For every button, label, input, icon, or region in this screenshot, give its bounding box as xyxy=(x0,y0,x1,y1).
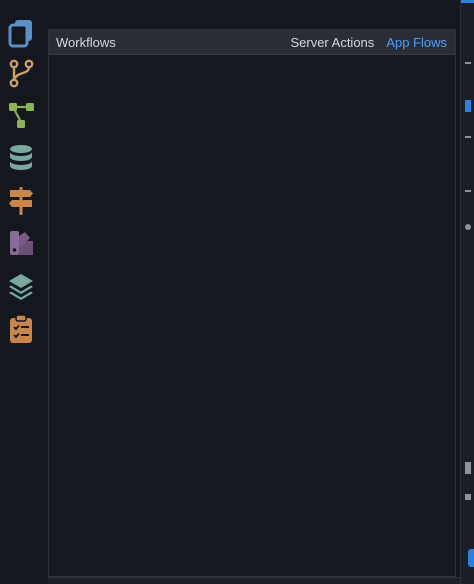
app-window: Workflows Server Actions App Flows xyxy=(0,0,474,584)
right-pane-button[interactable] xyxy=(468,549,474,567)
tab-app-flows[interactable]: App Flows xyxy=(386,35,447,50)
signpost-icon[interactable] xyxy=(4,184,38,218)
bottom-strip xyxy=(48,577,460,584)
layers-icon[interactable] xyxy=(4,270,38,304)
document-icon[interactable] xyxy=(4,16,38,50)
right-pane-glyph xyxy=(465,462,471,474)
tab-server-actions[interactable]: Server Actions xyxy=(290,35,374,50)
activity-rail xyxy=(0,0,44,584)
panel-content-area xyxy=(49,55,455,576)
right-pane-glyph xyxy=(465,190,471,192)
tree-flow-icon[interactable] xyxy=(4,98,38,132)
right-pane-glyph xyxy=(465,136,471,138)
database-icon[interactable] xyxy=(4,141,38,175)
panel-title: Workflows xyxy=(56,34,116,50)
clipboard-checklist-icon[interactable] xyxy=(4,312,38,346)
right-pane-selected-icon[interactable] xyxy=(465,100,471,112)
right-pane-glyph xyxy=(465,62,471,64)
right-pane-accent xyxy=(461,0,474,3)
branch-icon[interactable] xyxy=(4,56,38,90)
right-pane-glyph xyxy=(465,224,471,230)
right-pane-glyph xyxy=(465,494,471,500)
right-pane-edge xyxy=(460,0,474,584)
panel-header: Workflows Server Actions App Flows xyxy=(49,30,455,55)
workflows-panel: Workflows Server Actions App Flows xyxy=(48,29,456,577)
palette-icon[interactable] xyxy=(4,226,38,260)
